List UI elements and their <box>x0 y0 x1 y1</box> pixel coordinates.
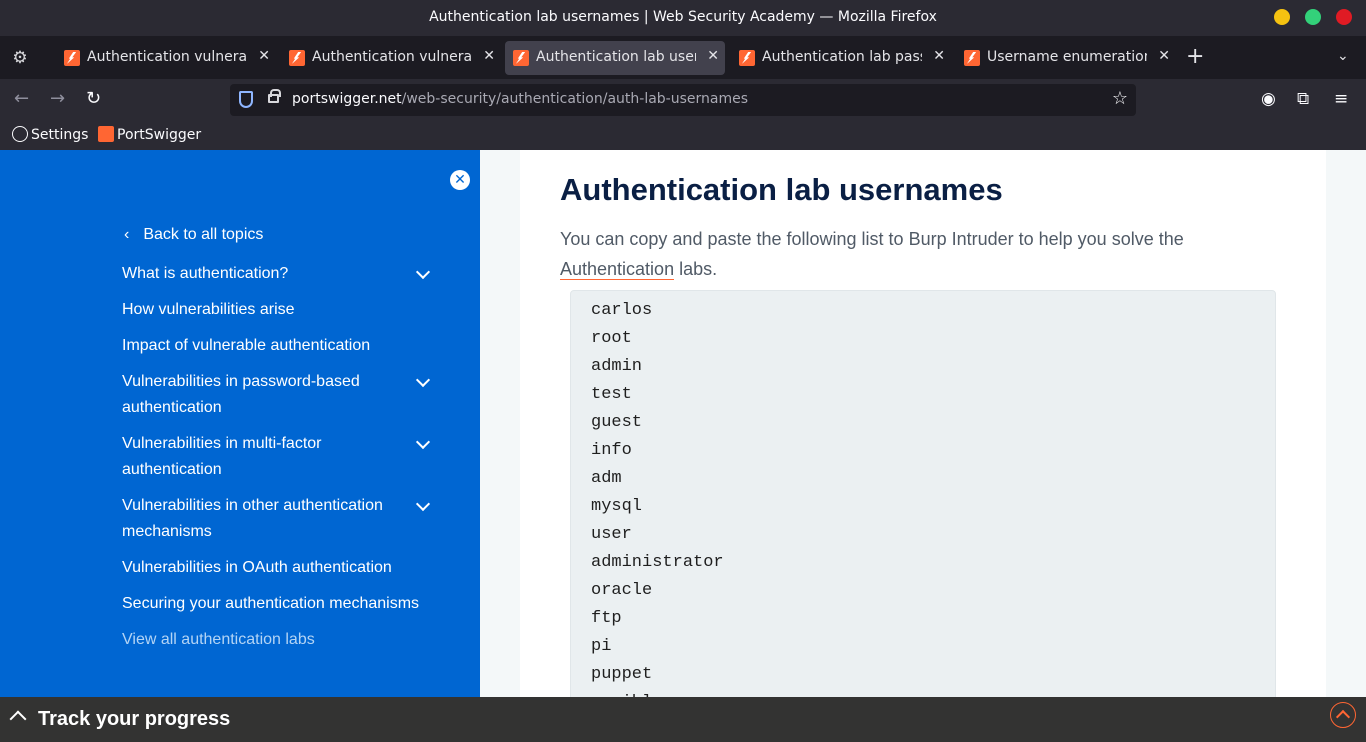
tab-label: Authentication vulnerabil <box>312 49 472 65</box>
sidebar-item-oauth[interactable]: Vulnerabilities in OAuth authentication <box>122 555 422 581</box>
close-tab-icon[interactable]: ✕ <box>258 48 270 64</box>
title-bar: Authentication lab usernames | Web Secur… <box>0 0 1366 36</box>
back-to-topics-link[interactable]: ‹ Back to all topics <box>124 226 263 244</box>
username-line: user <box>591 525 632 544</box>
authentication-link[interactable]: Authentication <box>560 259 675 280</box>
username-line: info <box>591 441 632 460</box>
content-card: Authentication lab usernames You can cop… <box>520 150 1326 710</box>
page-title: Authentication lab usernames <box>560 172 1003 207</box>
sidebar-item-how-vulnerabilities-arise[interactable]: How vulnerabilities arise <box>122 297 422 323</box>
bookmark-portswigger[interactable]: PortSwigger <box>98 126 201 143</box>
sidebar-item-password-based[interactable]: Vulnerabilities in password-based authen… <box>122 369 392 421</box>
username-line: pi <box>591 637 612 656</box>
topic-sidebar: ✕ ‹ Back to all topics What is authentica… <box>0 150 480 697</box>
chevron-up-icon[interactable] <box>9 710 27 728</box>
username-line: admin <box>591 357 643 376</box>
username-line: root <box>591 329 632 348</box>
chevron-down-icon[interactable] <box>416 499 430 513</box>
tab-3-active[interactable]: Authentication lab userna ✕ <box>505 41 725 75</box>
tab-label: Authentication vulnerabil <box>87 49 247 65</box>
bookmark-star-icon[interactable]: ☆ <box>1112 88 1128 109</box>
url-text[interactable]: portswigger.net/web-security/authenticat… <box>292 91 748 107</box>
portswigger-favicon-icon <box>739 50 755 66</box>
tab-5[interactable]: Username enumeration v ✕ <box>956 41 1176 75</box>
tab-label: Username enumeration v <box>987 49 1147 65</box>
username-line: adm <box>591 469 622 488</box>
portswigger-favicon-icon <box>289 50 305 66</box>
portswigger-favicon-icon <box>64 50 80 66</box>
tab-1[interactable]: Authentication vulnerabil ✕ <box>56 41 276 75</box>
sidebar-item-securing[interactable]: Securing your authentication mechanisms <box>122 591 422 617</box>
scroll-to-top-icon[interactable] <box>1330 702 1356 728</box>
tab-label: Authentication lab userna <box>536 49 696 65</box>
close-tab-icon[interactable]: ✕ <box>483 48 495 64</box>
chevron-down-icon[interactable]: ⌄ <box>1337 48 1349 64</box>
gear-icon[interactable]: ⚙ <box>10 48 30 68</box>
bookmarks-bar: Settings PortSwigger <box>0 121 1366 150</box>
extensions-icon[interactable]: ⧉ <box>1297 89 1309 109</box>
chevron-down-icon[interactable] <box>416 437 430 451</box>
minimize-button[interactable] <box>1274 9 1290 25</box>
username-line: guest <box>591 413 643 432</box>
username-line: carlos <box>591 301 653 320</box>
username-line: test <box>591 385 632 404</box>
close-sidebar-icon[interactable]: ✕ <box>450 170 470 190</box>
close-window-button[interactable] <box>1336 9 1352 25</box>
chevron-down-icon[interactable] <box>416 267 430 281</box>
track-progress-label[interactable]: Track your progress <box>38 708 230 731</box>
navigation-bar: ← → ↻ portswigger.net/web-security/authe… <box>0 79 1366 121</box>
portswigger-icon <box>98 126 114 142</box>
menu-hamburger-icon[interactable]: ≡ <box>1334 89 1348 109</box>
sidebar-item-impact[interactable]: Impact of vulnerable authentication <box>122 333 422 359</box>
window-title: Authentication lab usernames | Web Secur… <box>429 9 937 25</box>
username-line: oracle <box>591 581 653 600</box>
globe-icon <box>12 126 28 142</box>
forward-arrow-icon[interactable]: → <box>50 89 65 109</box>
username-line: puppet <box>591 665 653 684</box>
close-tab-icon[interactable]: ✕ <box>707 48 719 64</box>
chevron-left-icon: ‹ <box>124 226 130 243</box>
tab-label: Authentication lab passw <box>762 49 922 65</box>
main-content: Authentication lab usernames You can cop… <box>480 150 1366 710</box>
bookmark-settings[interactable]: Settings <box>12 126 88 143</box>
close-tab-icon[interactable]: ✕ <box>933 48 945 64</box>
close-tab-icon[interactable]: ✕ <box>1158 48 1170 64</box>
intro-paragraph: You can copy and paste the following lis… <box>560 229 1184 280</box>
sidebar-item-view-all-labs[interactable]: View all authentication labs <box>122 627 422 653</box>
username-line: mysql <box>591 497 643 516</box>
username-line: administrator <box>591 553 724 572</box>
maximize-button[interactable] <box>1305 9 1321 25</box>
track-progress-bar[interactable]: Track your progress <box>0 697 1366 742</box>
reload-icon[interactable]: ↻ <box>86 89 101 109</box>
lock-icon[interactable] <box>268 89 281 103</box>
sidebar-item-what-is-authentication[interactable]: What is authentication? <box>122 261 422 287</box>
shield-icon[interactable] <box>239 91 253 108</box>
portswigger-favicon-icon <box>513 50 529 66</box>
portswigger-favicon-icon <box>964 50 980 66</box>
url-bar[interactable]: portswigger.net/web-security/authenticat… <box>230 84 1136 116</box>
tab-strip: ⚙ Authentication vulnerabil ✕ Authentica… <box>0 36 1366 79</box>
account-icon[interactable]: ◉ <box>1261 89 1276 109</box>
username-line: ftp <box>591 609 622 628</box>
tab-4[interactable]: Authentication lab passw ✕ <box>731 41 951 75</box>
sidebar-item-other-mechanisms[interactable]: Vulnerabilities in other authentication … <box>122 493 402 545</box>
sidebar-item-multi-factor[interactable]: Vulnerabilities in multi-factor authenti… <box>122 431 372 483</box>
tab-2[interactable]: Authentication vulnerabil ✕ <box>281 41 501 75</box>
new-tab-plus-icon[interactable]: + <box>1186 46 1204 68</box>
chevron-down-icon[interactable] <box>416 375 430 389</box>
usernames-code-block[interactable]: carlos root admin test guest info adm my… <box>570 290 1276 710</box>
back-arrow-icon[interactable]: ← <box>14 89 29 109</box>
